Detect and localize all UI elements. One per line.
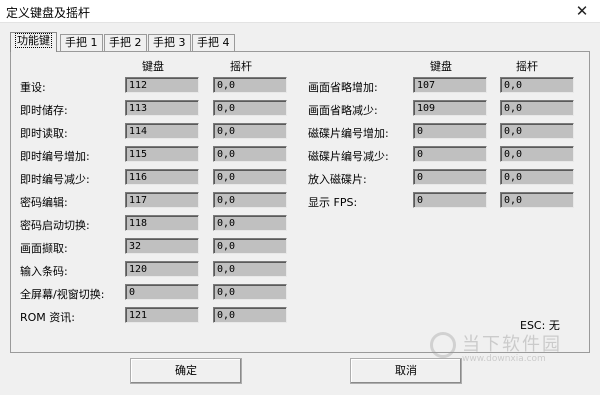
watermark-text: 当下软件园 (462, 334, 562, 355)
joystick-binding-field[interactable]: 0,0 (213, 284, 287, 300)
joystick-binding-field[interactable]: 0,0 (500, 146, 574, 162)
joystick-binding-field[interactable]: 0,0 (213, 238, 287, 254)
window-title: 定义键盘及摇杆 (6, 6, 91, 20)
keyboard-binding-field[interactable]: 0 (413, 169, 487, 185)
joystick-binding-field[interactable]: 0,0 (213, 100, 287, 116)
watermark: 当下软件园 www.downxia.com (430, 328, 590, 368)
keyboard-binding-field[interactable]: 32 (125, 238, 199, 254)
left-joystick-header: 摇杆 (230, 60, 252, 73)
binding-label: 即时读取: (20, 127, 68, 140)
keyboard-binding-field[interactable]: 109 (413, 100, 487, 116)
keyboard-binding-field[interactable]: 114 (125, 123, 199, 139)
binding-label: 全屏幕/视窗切换: (20, 288, 105, 301)
keyboard-binding-field[interactable]: 118 (125, 215, 199, 231)
keyboard-binding-field[interactable]: 0 (413, 146, 487, 162)
binding-label: 即时编号减少: (20, 173, 90, 186)
joystick-binding-field[interactable]: 0,0 (213, 77, 287, 93)
binding-label: 即时编号增加: (20, 150, 90, 163)
joystick-binding-field[interactable]: 0,0 (213, 192, 287, 208)
keyboard-binding-field[interactable]: 113 (125, 100, 199, 116)
binding-label: 画面省略增加: (308, 81, 378, 94)
binding-label: 画面省略减少: (308, 104, 378, 117)
tab-controller-1[interactable]: 手把 1 (60, 34, 103, 51)
joystick-binding-field[interactable]: 0,0 (213, 169, 287, 185)
joystick-binding-field[interactable]: 0,0 (500, 192, 574, 208)
keyboard-binding-field[interactable]: 0 (413, 192, 487, 208)
tab-controller-2[interactable]: 手把 2 (104, 34, 147, 51)
title-bar: 定义键盘及摇杆 ✕ (0, 0, 600, 23)
joystick-binding-field[interactable]: 0,0 (213, 215, 287, 231)
joystick-binding-field[interactable]: 0,0 (213, 307, 287, 323)
binding-label: 磁碟片编号减少: (308, 150, 389, 163)
left-keyboard-header: 键盘 (142, 60, 164, 73)
watermark-url: www.downxia.com (462, 354, 546, 364)
binding-label: 密码编辑: (20, 196, 68, 209)
keyboard-binding-field[interactable]: 115 (125, 146, 199, 162)
tab-controller-3[interactable]: 手把 3 (148, 34, 191, 51)
ok-button[interactable]: 确定 (130, 358, 242, 384)
joystick-binding-field[interactable]: 0,0 (213, 261, 287, 277)
binding-label: 重设: (20, 81, 46, 94)
keyboard-binding-field[interactable]: 0 (125, 284, 199, 300)
close-icon[interactable]: ✕ (572, 2, 592, 20)
right-joystick-header: 摇杆 (516, 60, 538, 73)
joystick-binding-field[interactable]: 0,0 (500, 169, 574, 185)
joystick-binding-field[interactable]: 0,0 (213, 123, 287, 139)
keyboard-binding-field[interactable]: 116 (125, 169, 199, 185)
keyboard-binding-field[interactable]: 117 (125, 192, 199, 208)
tab-controller-4[interactable]: 手把 4 (192, 34, 235, 51)
joystick-binding-field[interactable]: 0,0 (500, 100, 574, 116)
keyboard-binding-field[interactable]: 107 (413, 77, 487, 93)
joystick-binding-field[interactable]: 0,0 (500, 123, 574, 139)
right-keyboard-header: 键盘 (430, 60, 452, 73)
joystick-binding-field[interactable]: 0,0 (213, 146, 287, 162)
binding-label: 放入磁碟片: (308, 173, 367, 186)
binding-label: 画面撷取: (20, 242, 68, 255)
tab-function-keys[interactable]: 功能键 (10, 32, 57, 52)
binding-label: 即时储存: (20, 104, 68, 117)
binding-label: ROM 资讯: (20, 311, 75, 324)
keyboard-binding-field[interactable]: 112 (125, 77, 199, 93)
binding-label: 输入条码: (20, 265, 68, 278)
binding-label: 磁碟片编号增加: (308, 127, 389, 140)
keyboard-binding-field[interactable]: 0 (413, 123, 487, 139)
binding-label: 密码启动切换: (20, 219, 90, 232)
keyboard-binding-field[interactable]: 120 (125, 261, 199, 277)
watermark-logo-icon (430, 332, 456, 358)
joystick-binding-field[interactable]: 0,0 (500, 77, 574, 93)
keyboard-binding-field[interactable]: 121 (125, 307, 199, 323)
binding-label: 显示 FPS: (308, 196, 358, 209)
